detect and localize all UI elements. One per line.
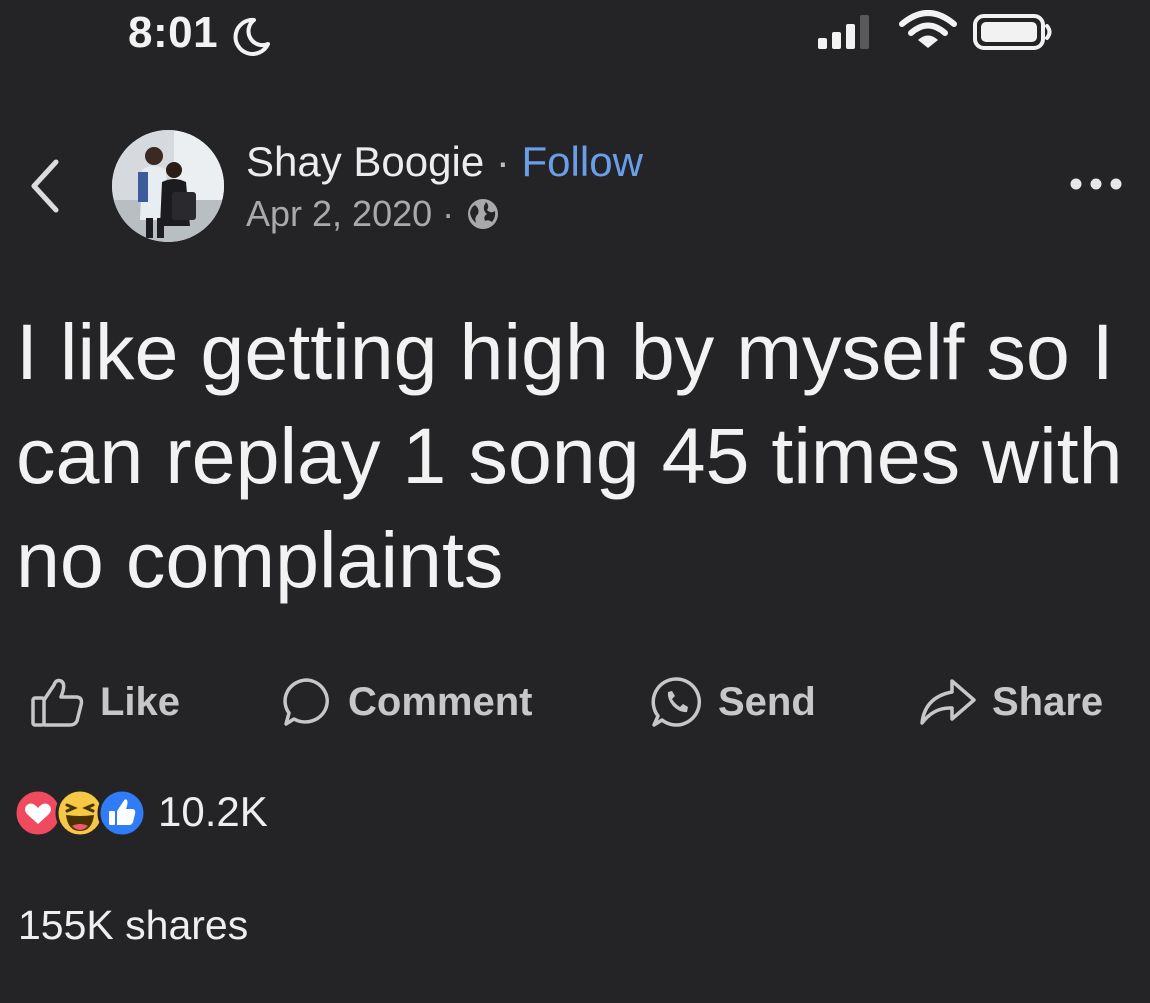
moon-icon [233, 17, 270, 56]
author-line: Shay Boogie · Follow [246, 138, 643, 186]
post-text: I like getting high by myself so I can r… [16, 307, 1123, 604]
wifi-icon [899, 10, 957, 48]
share-count[interactable]: 155K shares [18, 902, 248, 949]
send-label: Send [718, 679, 816, 724]
send-button[interactable]: Send [650, 670, 816, 734]
globe-icon [468, 199, 499, 229]
post-date[interactable]: Apr 2, 2020 [246, 193, 432, 235]
date-separator: · [442, 193, 455, 234]
status-time: 8:01 [128, 8, 219, 57]
post-actions: Like Comment Send Share [0, 670, 1150, 734]
reaction-icons [12, 782, 150, 842]
like-button[interactable]: Like [30, 670, 180, 734]
author-avatar[interactable] [112, 130, 224, 242]
avatar-photo [112, 130, 224, 242]
comment-button[interactable]: Comment [280, 670, 532, 734]
signal-icon [818, 15, 869, 49]
comment-bubble-icon [283, 678, 329, 726]
thumbs-up-icon [31, 678, 84, 727]
follow-button[interactable]: Follow [522, 138, 643, 185]
post-meta: Apr 2, 2020 · [246, 193, 500, 235]
share-label: Share [992, 679, 1104, 724]
status-bar: 8:01 [0, 0, 1150, 70]
reactions-summary[interactable]: 10.2K [12, 780, 268, 844]
share-arrow-icon [920, 679, 976, 725]
battery-icon [973, 14, 1052, 50]
author-name[interactable]: Shay Boogie [246, 138, 484, 185]
share-button[interactable]: Share [918, 670, 1103, 734]
like-label: Like [100, 679, 181, 724]
reaction-count: 10.2K [158, 788, 268, 835]
like-reaction-icon [97, 788, 147, 838]
more-options-icon[interactable] [1068, 172, 1124, 196]
author-separator: · [495, 138, 510, 185]
comment-label: Comment [348, 679, 533, 724]
whatsapp-send-icon [651, 677, 702, 727]
back-chevron-icon[interactable] [24, 156, 68, 216]
